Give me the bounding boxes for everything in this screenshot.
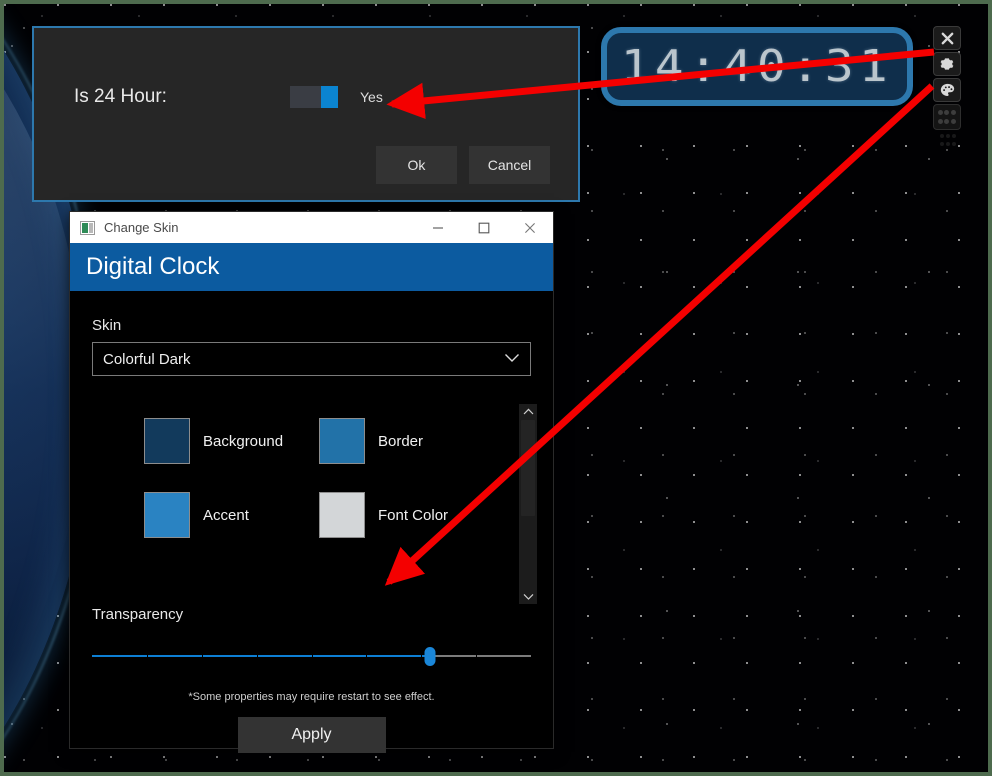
slider-thumb[interactable] bbox=[424, 647, 436, 666]
swatch-scrollbar[interactable] bbox=[519, 404, 537, 604]
change-skin-window: Change Skin Digital Clock Skin Colorful … bbox=[69, 211, 554, 753]
swatch-color-box[interactable] bbox=[144, 418, 190, 464]
swatch-color-box[interactable] bbox=[319, 492, 365, 538]
slider-tick bbox=[201, 652, 203, 660]
apply-button[interactable]: Apply bbox=[237, 717, 386, 753]
slider-tick bbox=[256, 652, 258, 660]
window-titlebar[interactable]: Change Skin bbox=[70, 212, 553, 243]
color-swatch-font-color[interactable]: Font Color bbox=[319, 478, 494, 552]
slider-tick bbox=[421, 652, 423, 660]
clock-time-display: 14:40:31 bbox=[620, 41, 894, 92]
is-24-hour-label: Is 24 Hour: bbox=[74, 86, 167, 107]
slider-tick bbox=[146, 652, 148, 660]
minimize-icon[interactable] bbox=[415, 212, 461, 243]
grip-icon[interactable] bbox=[933, 104, 961, 130]
clock-toolbar bbox=[933, 26, 961, 148]
ok-button[interactable]: Ok bbox=[376, 146, 457, 184]
slider-tick bbox=[311, 652, 313, 660]
is-24-hour-value: Yes bbox=[360, 89, 383, 105]
chevron-up-icon bbox=[523, 408, 533, 415]
skin-select[interactable]: Colorful Dark bbox=[92, 342, 531, 376]
swatch-label: Font Color bbox=[378, 506, 449, 524]
window-controls bbox=[415, 212, 553, 243]
swatch-label: Background bbox=[203, 432, 284, 450]
chevron-down-icon bbox=[504, 350, 520, 368]
scrollbar-thumb[interactable] bbox=[521, 420, 535, 516]
skin-select-value: Colorful Dark bbox=[103, 350, 191, 368]
window-body: Skin Colorful Dark Background Border Acc… bbox=[70, 291, 553, 753]
transparency-label: Transparency bbox=[92, 606, 184, 623]
window-header: Digital Clock bbox=[70, 243, 553, 291]
slider-fill bbox=[92, 655, 431, 657]
is-24-hour-dialog: Is 24 Hour: Yes Ok Cancel bbox=[32, 26, 580, 202]
grip-shadow-icon bbox=[939, 132, 957, 148]
restart-note: *Some properties may require restart to … bbox=[188, 691, 435, 703]
app-icon bbox=[80, 220, 95, 235]
swatch-color-box[interactable] bbox=[319, 418, 365, 464]
color-swatch-background[interactable]: Background bbox=[144, 404, 319, 478]
swatch-color-box[interactable] bbox=[144, 492, 190, 538]
maximize-icon[interactable] bbox=[461, 212, 507, 243]
slider-tick bbox=[476, 652, 478, 660]
skin-field-label: Skin bbox=[92, 317, 122, 334]
chevron-down-icon bbox=[523, 593, 533, 600]
close-icon[interactable] bbox=[933, 26, 961, 50]
gear-icon[interactable] bbox=[933, 52, 961, 76]
color-swatch-area: Background Border Accent Font Color bbox=[92, 404, 537, 604]
is-24-hour-toggle[interactable] bbox=[290, 86, 338, 108]
is-24-hour-row: Is 24 Hour: Yes bbox=[74, 86, 383, 108]
color-swatch-border[interactable]: Border bbox=[319, 404, 494, 478]
swatch-label: Accent bbox=[203, 506, 249, 524]
color-swatch-grid: Background Border Accent Font Color bbox=[144, 404, 531, 552]
color-swatch-accent[interactable]: Accent bbox=[144, 478, 319, 552]
slider-tick bbox=[366, 652, 368, 660]
dialog-button-row: Ok Cancel bbox=[376, 146, 550, 184]
page-title: Digital Clock bbox=[86, 253, 220, 280]
swatch-label: Border bbox=[378, 432, 424, 450]
palette-icon[interactable] bbox=[933, 78, 961, 102]
transparency-slider[interactable] bbox=[92, 645, 531, 667]
desktop-screen: 14:40:31 Is 24 Hour: Yes Ok Cancel Chang… bbox=[0, 0, 992, 776]
cancel-button[interactable]: Cancel bbox=[469, 146, 550, 184]
window-title: Change Skin bbox=[104, 220, 179, 235]
close-icon[interactable] bbox=[507, 212, 553, 243]
toggle-knob bbox=[321, 86, 338, 108]
digital-clock-widget[interactable]: 14:40:31 bbox=[601, 27, 913, 106]
